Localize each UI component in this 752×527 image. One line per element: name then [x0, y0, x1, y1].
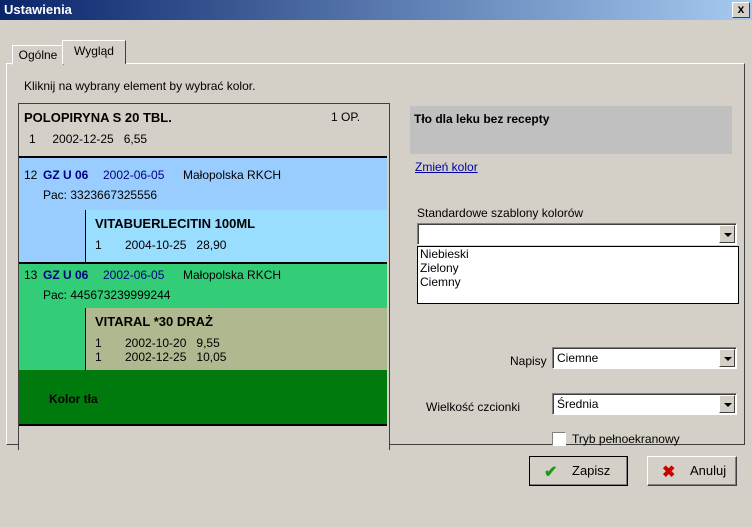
item3-line2: 1 2002-12-25 10,05 [95, 350, 227, 364]
list-item[interactable]: Zielony [418, 261, 738, 275]
selected-element-box: Tło dla leku bez recepty [410, 106, 732, 154]
preview-rx-green[interactable]: 13 GZ U 06 2002-06-05 Małopolska RKCH Pa… [19, 262, 387, 310]
rx2-source: Małopolska RKCH [183, 268, 282, 282]
chevron-down-icon[interactable] [719, 225, 735, 243]
rx1-pac: Pac: 3323667325556 [43, 188, 158, 202]
item2-indent [19, 210, 86, 262]
fontsize-label: Wielkość czcionki [426, 400, 521, 414]
rx2-pac: Pac: 445673239999244 [43, 288, 171, 302]
preview-item-blue[interactable]: VITABUERLECITIN 100ML 1 2004-10-25 28,90 [19, 210, 387, 262]
fontsize-value: Średnia [557, 397, 599, 411]
list-item[interactable]: Niebieski [418, 247, 738, 261]
item3-indent [19, 308, 86, 370]
captions-label: Napisy [510, 354, 547, 368]
checkmark-icon: ✔ [544, 464, 558, 481]
rx1-num: 12 [24, 168, 38, 182]
fullscreen-checkbox[interactable] [552, 432, 566, 446]
item1-qty: 1 OP. [331, 110, 361, 124]
rx2-date: 2002-06-05 [103, 268, 165, 282]
captions-value: Ciemne [557, 351, 599, 365]
selected-element-name: Tło dla leku bez recepty [414, 112, 550, 126]
change-color-link[interactable]: Zmień kolor [415, 160, 478, 174]
hint-text: Kliknij na wybrany element by wybrać kol… [24, 79, 256, 93]
cross-icon: ✖ [662, 464, 676, 481]
rx1-source: Małopolska RKCH [183, 168, 282, 182]
button-bar [0, 450, 752, 527]
close-button[interactable]: x [732, 2, 750, 18]
tab-ogolne[interactable]: Ogólne [12, 45, 64, 65]
item2-name: VITABUERLECITIN 100ML [95, 216, 256, 231]
window-title: Ustawienia [4, 2, 72, 17]
tab-wyglad[interactable]: Wygląd [62, 40, 126, 64]
item3-line1: 1 2002-10-20 9,55 [95, 336, 220, 350]
item2-line: 1 2004-10-25 28,90 [95, 238, 227, 252]
fontsize-combo[interactable]: Średnia [552, 393, 737, 415]
rx1-date: 2002-06-05 [103, 168, 165, 182]
color-preview-panel: POLOPIRYNA S 20 TBL. 1 OP. 1 2002-12-25 … [18, 103, 390, 464]
chevron-down-icon[interactable] [719, 349, 735, 367]
templates-dropdown-list[interactable]: Niebieski Zielony Ciemny [417, 246, 739, 304]
preview-item-otc[interactable]: POLOPIRYNA S 20 TBL. 1 OP. 1 2002-12-25 … [19, 104, 387, 158]
item1-name: POLOPIRYNA S 20 TBL. [24, 110, 172, 125]
fullscreen-label: Tryb pełnoekranowy [572, 432, 680, 446]
templates-label: Standardowe szablony kolorów [417, 206, 584, 220]
cancel-button[interactable]: ✖ Anuluj [647, 456, 737, 486]
save-button[interactable]: ✔ Zapisz [529, 456, 628, 486]
preview-rx-blue[interactable]: 12 GZ U 06 2002-06-05 Małopolska RKCH Pa… [19, 158, 387, 210]
rx2-code: GZ U 06 [43, 268, 89, 282]
bg-label: Kolor tła [49, 392, 98, 406]
save-label: Zapisz [572, 463, 611, 478]
rx2-num: 13 [24, 268, 38, 282]
captions-combo[interactable]: Ciemne [552, 347, 737, 369]
title-bar: Ustawienia x [0, 0, 752, 20]
cancel-label: Anuluj [690, 463, 727, 478]
templates-combo[interactable] [417, 223, 737, 245]
preview-item-olive[interactable]: VITARAL *30 DRAŻ 1 2002-10-20 9,55 1 200… [19, 308, 387, 370]
preview-background[interactable]: Kolor tła [19, 370, 387, 426]
item1-line: 1 2002-12-25 6,55 [29, 132, 148, 146]
rx1-code: GZ U 06 [43, 168, 89, 182]
chevron-down-icon[interactable] [719, 395, 735, 413]
item3-name: VITARAL *30 DRAŻ [95, 314, 213, 329]
list-item[interactable]: Ciemny [418, 275, 738, 289]
